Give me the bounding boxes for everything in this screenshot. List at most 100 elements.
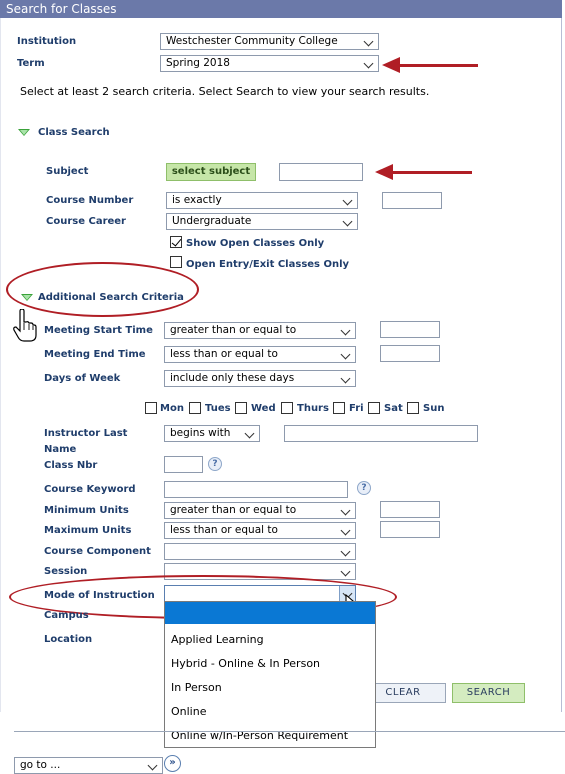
session-label: Session [44, 566, 88, 577]
dropdown-option[interactable]: In Person [171, 681, 222, 694]
institution-value: Westchester Community College [166, 35, 338, 47]
double-chevron-right-icon[interactable]: » [164, 755, 181, 772]
maximum-units-label: Maximum Units [44, 525, 132, 536]
subject-input[interactable] [279, 163, 363, 181]
class-search-header[interactable]: Class Search [38, 127, 110, 138]
meeting-end-input[interactable] [380, 345, 440, 362]
maximum-units-input[interactable] [380, 521, 440, 538]
footer-divider [14, 731, 565, 732]
location-label: Location [44, 634, 93, 645]
term-label: Term [17, 58, 45, 69]
mode-of-instruction-label: Mode of Instruction [44, 590, 155, 601]
course-component-label: Course Component [44, 546, 151, 557]
day-checkbox-tues[interactable] [189, 402, 201, 414]
campus-label: Campus [44, 610, 89, 621]
chevron-down-icon [340, 525, 351, 536]
institution-label: Institution [17, 36, 77, 47]
instructor-last-name-input[interactable] [284, 425, 478, 442]
chevron-down-icon [342, 195, 353, 206]
checkmark-icon [171, 236, 182, 247]
maximum-units-operator-value: less than or equal to [170, 524, 278, 536]
instructor-last-name-label-line1: Instructor Last [44, 428, 128, 439]
window-title: Search for Classes [0, 0, 562, 18]
open-entry-exit-label: Open Entry/Exit Classes Only [186, 259, 350, 270]
days-of-week-label: Days of Week [44, 373, 121, 384]
help-icon[interactable]: ? [208, 457, 222, 471]
course-career-select[interactable]: Undergraduate [166, 213, 358, 230]
show-open-classes-checkbox[interactable] [170, 236, 182, 248]
help-icon[interactable]: ? [357, 481, 371, 495]
minimum-units-label: Minimum Units [44, 505, 129, 516]
course-career-value: Undergraduate [172, 215, 252, 227]
meeting-start-label: Meeting Start Time [44, 325, 153, 336]
expand-triangle-icon[interactable] [21, 294, 33, 301]
institution-select[interactable]: Westchester Community College [160, 33, 379, 50]
mode-of-instruction-dropdown-list: Applied Learning Hybrid - Online & In Pe… [164, 601, 376, 748]
dropdown-option[interactable]: Online [171, 705, 206, 718]
term-value: Spring 2018 [166, 57, 230, 69]
term-select[interactable]: Spring 2018 [160, 55, 379, 72]
course-component-select[interactable] [164, 543, 356, 560]
subject-label: Subject [46, 166, 89, 177]
goto-value: go to ... [20, 759, 61, 771]
chevron-down-icon [363, 58, 374, 69]
chevron-down-icon [340, 546, 351, 557]
hand-cursor-icon [13, 309, 37, 342]
day-label-sun: Sun [423, 403, 445, 414]
instructor-operator-select[interactable]: begins with [164, 425, 260, 442]
chevron-down-icon [363, 36, 374, 47]
class-nbr-input[interactable] [164, 456, 203, 473]
meeting-start-input[interactable] [380, 321, 440, 338]
instructor-operator-value: begins with [170, 427, 231, 439]
chevron-down-icon [342, 216, 353, 227]
day-checkbox-mon[interactable] [145, 402, 157, 414]
day-label-fri: Fri [349, 403, 364, 414]
day-checkbox-thurs[interactable] [281, 402, 293, 414]
search-button[interactable]: Search [452, 683, 525, 703]
day-label-wed: Wed [251, 403, 276, 414]
show-open-classes-label: Show Open Classes Only [186, 238, 325, 249]
course-number-operator-value: is exactly [172, 194, 222, 206]
instructor-last-name-label-line2: Name [44, 444, 77, 455]
days-of-week-operator-select[interactable]: include only these days [164, 370, 356, 387]
additional-criteria-header[interactable]: Additional Search Criteria [38, 292, 184, 303]
instructions-text: Select at least 2 search criteria. Selec… [20, 85, 430, 98]
minimum-units-operator-select[interactable]: greater than or equal to [164, 502, 356, 519]
minimum-units-input[interactable] [380, 501, 440, 518]
class-nbr-label: Class Nbr [44, 460, 98, 471]
course-keyword-label: Course Keyword [44, 484, 136, 495]
expand-triangle-icon[interactable] [18, 129, 30, 136]
goto-select[interactable]: go to ... [14, 757, 163, 774]
chevron-down-icon [147, 760, 158, 771]
course-number-input[interactable] [382, 192, 442, 209]
meeting-start-operator-select[interactable]: greater than or equal to [164, 322, 356, 339]
chevron-down-icon [244, 428, 255, 439]
dropdown-option[interactable]: Applied Learning [171, 633, 264, 646]
chevron-down-icon [340, 566, 351, 577]
annotation-arrow-subject-shaft [392, 171, 472, 174]
day-checkbox-fri[interactable] [333, 402, 345, 414]
meeting-end-label: Meeting End Time [44, 349, 146, 360]
dropdown-option[interactable]: Hybrid - Online & In Person [171, 657, 320, 670]
day-checkbox-sat[interactable] [368, 402, 380, 414]
day-checkbox-sun[interactable] [407, 402, 419, 414]
annotation-arrow-subject-head [375, 164, 393, 180]
annotation-arrow-term-shaft [398, 64, 478, 67]
day-label-mon: Mon [160, 403, 184, 414]
meeting-end-operator-value: less than or equal to [170, 348, 278, 360]
course-keyword-input[interactable] [164, 481, 348, 498]
meeting-start-operator-value: greater than or equal to [170, 324, 297, 336]
select-subject-button[interactable]: select subject [166, 163, 256, 181]
day-label-sat: Sat [384, 403, 403, 414]
course-number-operator-select[interactable]: is exactly [166, 192, 358, 209]
meeting-end-operator-select[interactable]: less than or equal to [164, 346, 356, 363]
course-career-label: Course Career [46, 216, 126, 227]
day-label-tues: Tues [205, 403, 231, 414]
maximum-units-operator-select[interactable]: less than or equal to [164, 522, 356, 539]
open-entry-exit-checkbox[interactable] [170, 256, 182, 268]
days-of-week-operator-value: include only these days [170, 372, 295, 384]
annotation-arrow-term-head [382, 57, 400, 73]
day-checkbox-wed[interactable] [235, 402, 247, 414]
dropdown-highlight-blank-option[interactable] [165, 602, 375, 624]
chevron-down-icon [340, 505, 351, 516]
